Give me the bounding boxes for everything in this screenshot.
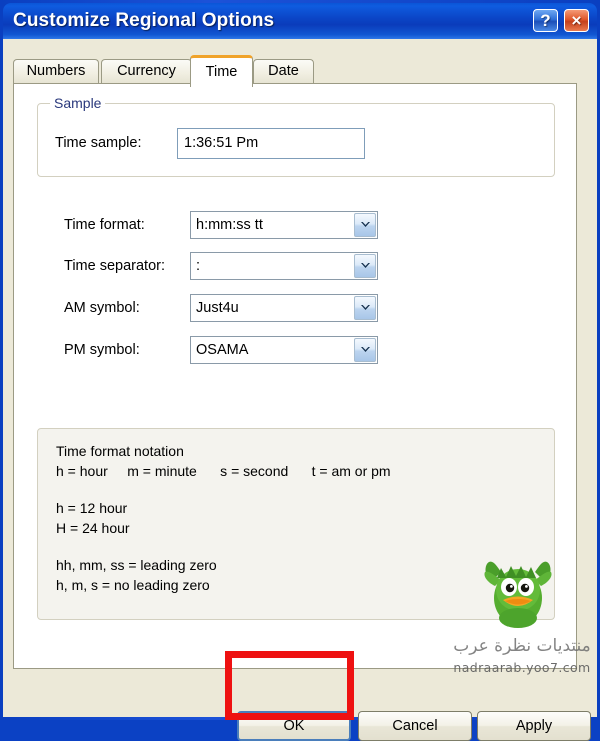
ok-button[interactable]: OK [237,711,351,741]
time-separator-value: : [196,258,201,274]
title-bar: Customize Regional Options ? × [3,3,597,39]
tab-page-time: Sample Time sample: 1:36:51 Pm Time form… [13,83,577,669]
dialog-client-area: Numbers Currency Time Date Sample Time s… [3,39,597,741]
am-symbol-label: AM symbol: [64,300,140,316]
chevron-down-icon[interactable] [354,254,376,278]
notation-12-hour: h = 12 hour [56,500,128,516]
tab-date[interactable]: Date [253,59,314,84]
time-separator-combo[interactable]: : [190,252,378,280]
am-symbol-value: Just4u [196,300,239,316]
time-format-combo[interactable]: h:mm:ss tt [190,211,378,239]
chevron-down-icon[interactable] [354,296,376,320]
notation-no-leading: h, m, s = no leading zero [56,577,210,593]
sample-group-label: Sample [50,95,106,111]
time-format-value: h:mm:ss tt [196,217,263,233]
notation-24-hour: H = 24 hour [56,520,130,536]
time-separator-row: Time separator: : [64,252,554,282]
time-format-label: Time format: [64,217,145,233]
dialog-window: Customize Regional Options ? × Numbers C… [0,0,600,741]
notation-heading: Time format notation [56,443,184,459]
apply-button[interactable]: Apply [477,711,591,741]
time-separator-label: Time separator: [64,258,165,274]
notation-tokens: h = hour m = minute s = second t = am or… [56,463,391,479]
pm-symbol-label: PM symbol: [64,342,140,358]
notation-text: Time format notation h = hour m = minute… [56,441,544,595]
notation-spacer-1 [56,481,544,498]
chevron-down-icon[interactable] [354,213,376,237]
window-title: Customize Regional Options [13,10,275,31]
help-icon[interactable]: ? [533,9,558,32]
tab-numbers[interactable]: Numbers [13,59,99,84]
time-sample-field[interactable]: 1:36:51 Pm [177,128,365,159]
sample-group-box: Sample Time sample: 1:36:51 Pm [37,95,555,177]
am-symbol-combo[interactable]: Just4u [190,294,378,322]
cancel-button[interactable]: Cancel [358,711,472,741]
am-symbol-row: AM symbol: Just4u [64,294,554,324]
pm-symbol-row: PM symbol: OSAMA [64,336,554,366]
chevron-down-icon[interactable] [354,338,376,362]
close-icon[interactable]: × [564,9,589,32]
notation-spacer-2 [56,538,544,555]
tab-currency[interactable]: Currency [101,59,192,84]
tab-time[interactable]: Time [190,55,253,87]
notation-leading-zero: hh, mm, ss = leading zero [56,557,217,573]
pm-symbol-value: OSAMA [196,342,249,358]
time-format-notation-panel: Time format notation h = hour m = minute… [37,428,555,620]
time-sample-row: Time sample: 1:36:51 Pm [55,128,539,160]
time-format-row: Time format: h:mm:ss tt [64,211,554,241]
pm-symbol-combo[interactable]: OSAMA [190,336,378,364]
time-sample-label: Time sample: [55,135,142,151]
